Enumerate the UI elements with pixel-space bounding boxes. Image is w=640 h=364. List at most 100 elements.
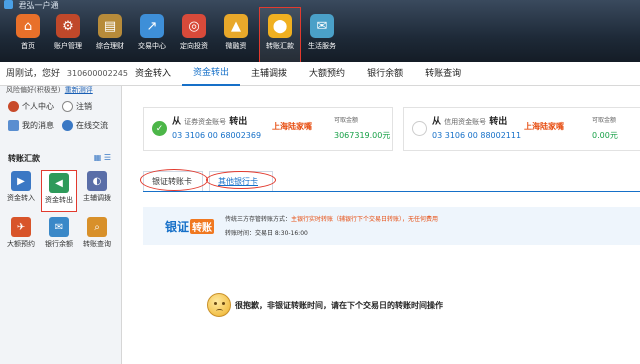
logout-link[interactable]: 注销	[62, 101, 92, 112]
notice-method-label: 传统三方存管转账方式：	[225, 216, 292, 223]
toolbar-label: 综合理财	[96, 42, 124, 50]
window-title: 君弘一户通	[18, 1, 59, 10]
online-chat-label: 在线交流	[76, 121, 108, 130]
user-id: 310600002245	[66, 69, 128, 78]
bank-balance-icon: ✉	[49, 217, 69, 237]
transfer-in-icon: ▶	[11, 171, 31, 191]
toolbar-label: 转账汇款	[266, 42, 294, 50]
reserve-icon: ✈	[11, 217, 31, 237]
toolbar-label: 生活服务	[308, 42, 336, 50]
from-account-card[interactable]: ✓ 从 证券资金账号 转出 03 3106 00 68002369 上海陆家嘴 …	[143, 107, 393, 151]
credit-bank: 上海陆家嘴	[524, 122, 564, 131]
notice-method: 传统三方存管转账方式：主银行实时转账（辅银行下个交易日转账），无任何费用	[225, 214, 438, 223]
transfer-out-icon: ◀	[49, 173, 69, 193]
toolbar-life-service-button[interactable]: ✉ 生活服务	[302, 14, 342, 60]
tab-4[interactable]: 银行余额	[356, 62, 414, 86]
highlight-oval	[206, 171, 276, 189]
life-service-icon: ✉	[310, 14, 334, 38]
greeting: 周刚试，您好 310600002245	[6, 66, 128, 79]
toolbar-finance-button[interactable]: ▤ 综合理财	[90, 14, 130, 60]
grid-view-icon[interactable]: ▦	[94, 153, 102, 162]
selected-check-icon: ✓	[152, 121, 167, 136]
risk-label: 风险偏好(积极型)	[6, 86, 61, 94]
credit-balance: 0.00元	[592, 131, 618, 140]
trade-chart-icon: ↗	[140, 14, 164, 38]
from-account-title: 从 证券资金账号 转出	[172, 114, 247, 127]
sidebar-item-bank-balance[interactable]: ✉ 银行余额	[42, 217, 76, 249]
finance-icon: ▤	[98, 14, 122, 38]
risk-preference: 风险偏好(积极型) 重新测评	[6, 85, 93, 95]
sidebar-item-transfer-in[interactable]: ▶ 资金转入	[4, 171, 38, 203]
notice-time: 转账时间：交易日 8:30-16:00	[225, 230, 308, 237]
toolbar-loan-button[interactable]: ▲ 微融资	[216, 14, 256, 60]
toolbar-label: 交易中心	[138, 42, 166, 50]
sidebar-item-label: 资金转出	[45, 196, 73, 204]
logout-icon	[62, 101, 73, 112]
sidebar-item-label: 转账查询	[83, 240, 111, 248]
from-balance: 3067319.00元	[334, 131, 391, 140]
from-action: 转出	[229, 117, 248, 127]
logo-text: 银证	[165, 220, 190, 234]
toolbar-account-button[interactable]: ⚙ 账户管理	[48, 14, 88, 60]
sidebar-item-query[interactable]: ⌕ 转账查询	[80, 217, 114, 249]
view-toggle[interactable]: ▦ ☰	[94, 153, 111, 162]
credit-balance-label: 可取金额	[592, 117, 617, 124]
notice-method-detail: 主银行实时转账（辅银行下个交易日转账），无任何费用	[291, 216, 439, 223]
sidebar-item-label: 大额预约	[7, 240, 35, 248]
unselected-check-icon	[412, 121, 427, 136]
toolbar-label: 账户管理	[54, 42, 82, 50]
top-tabs: 资金转入 资金转出 主辅调拨 大额预约 银行余额 转账查询	[124, 62, 472, 86]
toolbar-target-button[interactable]: ◎ 定向投资	[174, 14, 214, 60]
personal-center-link[interactable]: 个人中心	[8, 101, 54, 112]
toolbar-transfer-button[interactable]: ⬤ 转账汇款	[259, 7, 301, 63]
tab-3[interactable]: 大额预约	[298, 62, 356, 86]
tab-0[interactable]: 资金转入	[124, 62, 182, 86]
person-icon	[8, 101, 19, 112]
credit-account-title: 从 信用资金账号 转出	[432, 114, 507, 127]
personal-center-label: 个人中心	[22, 102, 54, 111]
my-messages-label: 我的消息	[22, 121, 54, 130]
yinzheng-logo: 银证 转账	[165, 218, 215, 235]
non-transfer-time-message: 很抱歉，非银证转账时间，请在下个交易日的转账时间操作	[235, 301, 443, 310]
app-logo-icon	[4, 0, 13, 9]
apology-emoticon-icon	[207, 293, 231, 317]
credit-prefix: 从	[432, 117, 442, 127]
sidebar: 风险偏好(积极型) 重新测评 个人中心 注销 我的消息 在线交流 转账汇款 ▦ …	[0, 86, 122, 364]
online-chat-link[interactable]: 在线交流	[62, 120, 108, 131]
from-balance-label: 可取金额	[334, 117, 359, 124]
sidebar-item-transfer-out[interactable]: ◀ 资金转出	[41, 170, 77, 212]
query-icon: ⌕	[87, 217, 107, 237]
toolbar-home-button[interactable]: ⌂ 首页	[8, 14, 48, 60]
toolbar-label: 定向投资	[180, 42, 208, 50]
toolbar-trade-chart-button[interactable]: ↗ 交易中心	[132, 14, 172, 60]
greeting-text: 周刚试，您好	[6, 69, 61, 79]
credit-account-number: 03 3106 00 88002111	[432, 131, 522, 140]
sidebar-item-allot[interactable]: ◐ 主辅调拨	[80, 171, 114, 203]
credit-action: 转出	[489, 117, 508, 127]
tab-2[interactable]: 主辅调拨	[240, 62, 298, 86]
loan-icon: ▲	[224, 14, 248, 38]
from-bank: 上海陆家嘴	[272, 122, 312, 131]
account-icon: ⚙	[56, 14, 80, 38]
tab-5[interactable]: 转账查询	[414, 62, 472, 86]
target-icon: ◎	[182, 14, 206, 38]
from-account-number: 03 3106 00 68002369	[172, 131, 262, 140]
retest-link[interactable]: 重新测评	[65, 86, 93, 94]
highlight-oval	[140, 169, 208, 191]
sidebar-item-label: 主辅调拨	[83, 194, 111, 202]
list-view-icon[interactable]: ☰	[104, 153, 111, 162]
credit-account-card[interactable]: 从 信用资金账号 转出 03 3106 00 88002111 上海陆家嘴 可取…	[403, 107, 640, 151]
transfer-icon: ⬤	[268, 14, 292, 38]
toolbar-label: 微融资	[225, 42, 247, 50]
logout-label: 注销	[76, 102, 92, 111]
sidebar-item-label: 银行余额	[45, 240, 73, 248]
sidebar-item-reserve[interactable]: ✈ 大额预约	[4, 217, 38, 249]
my-messages-link[interactable]: 我的消息	[8, 120, 54, 131]
home-icon: ⌂	[16, 14, 40, 38]
top-toolbar: 君弘一户通 ⌂ 首页 ⚙ 账户管理 ▤ 综合理财 ↗ 交易中心 ◎ 定向投资 ▲ 微融资 ⬤ 转账汇款 ✉ 生…	[0, 0, 640, 63]
allot-icon: ◐	[87, 171, 107, 191]
chat-icon	[62, 120, 73, 131]
credit-account-type: 信用资金账号	[444, 118, 487, 126]
title-bar: 君弘一户通	[0, 0, 640, 12]
tab-1[interactable]: 资金转出	[182, 62, 241, 86]
